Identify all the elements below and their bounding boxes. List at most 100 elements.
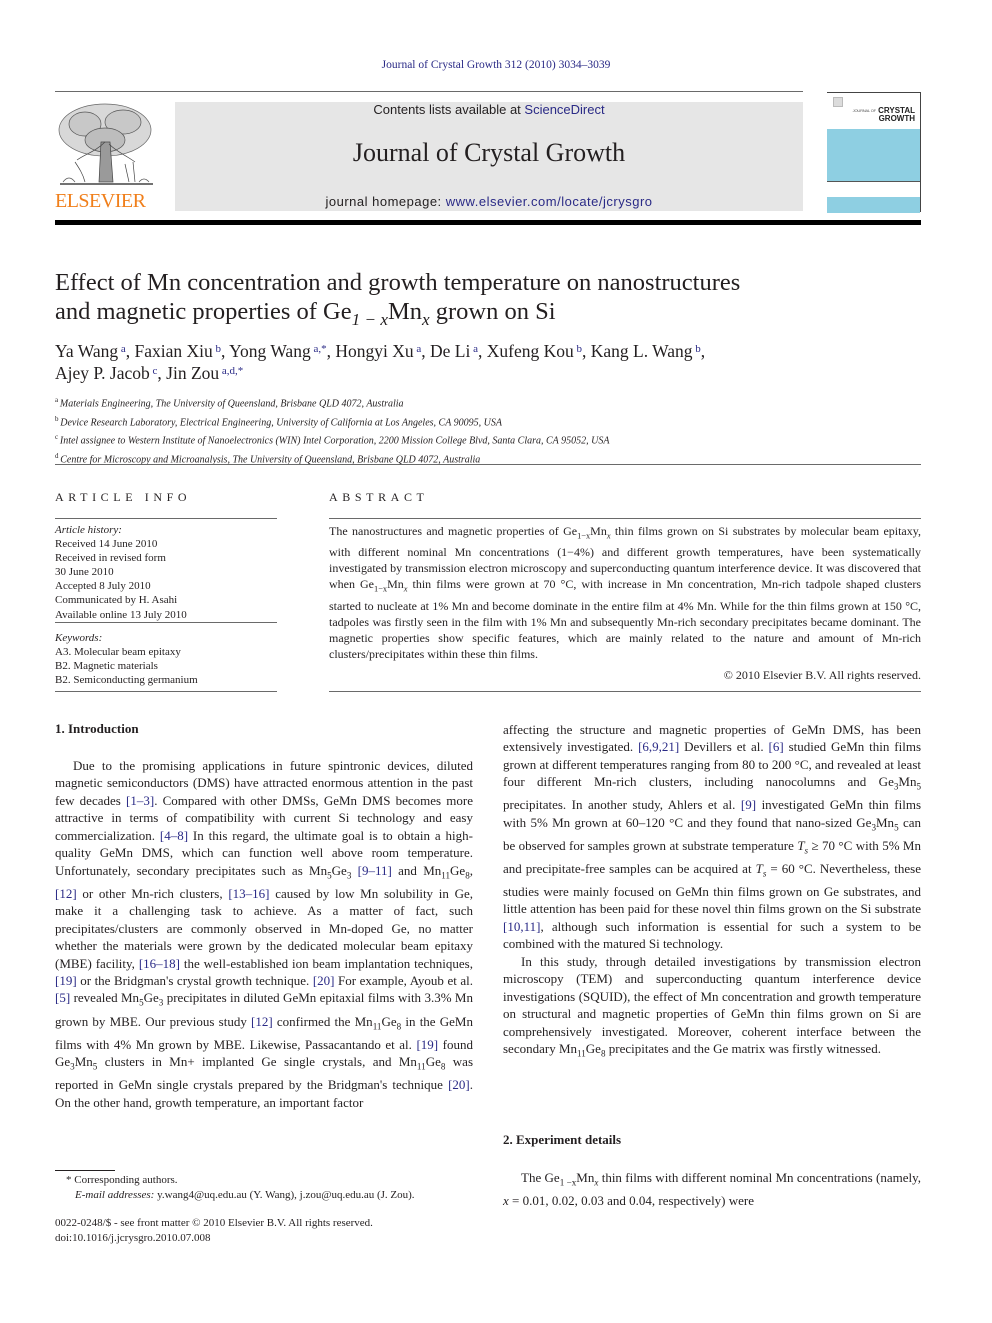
abstract-heading: ABSTRACT [329, 490, 429, 504]
homepage-link[interactable]: www.elsevier.com/locate/jcrysgro [446, 194, 653, 209]
author-name[interactable]: Jin Zou [166, 363, 219, 383]
history-list: Received 14 June 2010 Received in revised… [55, 537, 277, 622]
citation-link[interactable]: [12] [251, 1014, 273, 1029]
citation-link[interactable]: [6] [769, 739, 784, 754]
article-info-rule [55, 691, 277, 692]
author-affiliation-marker[interactable]: b [693, 343, 701, 355]
affiliation-rule [55, 464, 921, 465]
author-affiliation-marker[interactable]: b [574, 343, 583, 355]
author-name[interactable]: Kang L. Wang [591, 341, 693, 361]
journal-title: Journal of Crystal Growth [352, 138, 626, 167]
paragraph: affecting the structure and magnetic pro… [503, 722, 921, 952]
citation-link[interactable]: [13–16] [228, 886, 269, 901]
citation-link[interactable]: [4–8] [160, 828, 188, 843]
citation-link[interactable]: [1–3] [126, 793, 154, 808]
section-heading-introduction: 1. Introduction [55, 721, 139, 736]
footnote-rule [55, 1170, 115, 1171]
history-label: Article history: [55, 524, 122, 536]
affiliation-item: c Intel assignee to Western Institute of… [55, 430, 925, 449]
homepage-line: journal homepage: www.elsevier.com/locat… [175, 194, 803, 209]
section-heading-experiment: 2. Experiment details [503, 1132, 622, 1147]
citation-link[interactable]: [9] [741, 797, 756, 812]
email-label: E-mail addresses: [75, 1188, 155, 1201]
author-affiliation-marker[interactable]: a [118, 343, 126, 355]
author-affiliation-marker[interactable]: a [414, 343, 421, 355]
citation-link[interactable]: [20] [448, 1077, 470, 1092]
cover-blue-strip [827, 197, 920, 213]
citation-link[interactable]: [9–11] [358, 863, 392, 878]
doi-link[interactable]: doi:10.1016/j.jcrysgro.2010.07.008 [55, 1231, 475, 1246]
author-affiliation-marker[interactable]: a [470, 343, 478, 355]
citation-link[interactable]: [6,9,21] [638, 739, 679, 754]
keyword-list: A3. Molecular beam epitaxy B2. Magnetic m… [55, 645, 277, 687]
affiliation-item: b Device Research Laboratory, Electrical… [55, 412, 925, 431]
article-history: Article history: Received 14 June 2010 Re… [55, 523, 277, 622]
citation-link[interactable]: [10,11] [503, 919, 540, 934]
affiliation-text: Device Research Laboratory, Electrical E… [60, 416, 502, 428]
cover-small-text: JOURNAL OF [852, 108, 876, 113]
citation-link[interactable]: [5] [55, 990, 70, 1005]
author-name[interactable]: Faxian Xiu [135, 341, 213, 361]
title-subscript: 1 − x [351, 309, 388, 329]
title-post: grown on Si [429, 298, 556, 325]
keyword-item: B2. Semiconducting germanium [55, 674, 198, 687]
affiliation-item: a Materials Engineering, The University … [55, 393, 925, 412]
journal-citation[interactable]: Journal of Crystal Growth 312 (2010) 303… [0, 59, 992, 71]
author-name[interactable]: Yong Wang [229, 341, 311, 361]
journal-cover-thumbnail[interactable]: JOURNAL OF CRYSTAL GROWTH [827, 92, 921, 213]
author-affiliation-marker[interactable]: a,d,* [219, 365, 243, 377]
abstract-rule [329, 691, 921, 692]
citation-link[interactable]: [19] [55, 973, 77, 988]
citation-link[interactable]: [16–18] [139, 956, 180, 971]
author-list: Ya Wang a, Faxian Xiu b, Yong Wang a,*, … [55, 341, 706, 383]
homepage-prefix: journal homepage: [325, 194, 446, 209]
abstract-copyright: © 2010 Elsevier B.V. All rights reserved… [723, 668, 921, 682]
affiliation-text: Materials Engineering, The University of… [59, 398, 404, 410]
title-subscript-x: x [421, 309, 430, 329]
author-name[interactable]: Ya Wang [55, 341, 118, 361]
author-name[interactable]: Xufeng Kou [487, 341, 574, 361]
history-item: Available online 13 July 2010 [55, 608, 187, 621]
tree-icon [55, 102, 155, 190]
article-info-rule [55, 622, 277, 623]
title-mn: Mn [387, 298, 422, 325]
experiment-text: The Ge1 −xMnx thin films with different … [503, 1169, 921, 1210]
citation-link[interactable]: [12] [55, 886, 77, 901]
keywords: Keywords: A3. Molecular beam epitaxy B2. … [55, 631, 277, 687]
author-affiliation-marker[interactable]: b [213, 343, 222, 355]
author-affiliation-marker[interactable]: c [150, 365, 158, 377]
citation-link[interactable]: [20] [313, 973, 335, 988]
cover-header: JOURNAL OF CRYSTAL GROWTH [827, 93, 920, 129]
author-name[interactable]: Hongyi Xu [335, 341, 413, 361]
paragraph: In this study, through detailed investig… [503, 953, 921, 1059]
article-info-heading: ARTICLE INFO [55, 490, 192, 504]
introduction-text-right: affecting the structure and magnetic pro… [503, 721, 921, 1063]
header-thick-rule [55, 220, 921, 225]
cover-divider [827, 181, 920, 182]
history-item: Accepted 8 July 2010 [55, 580, 151, 593]
author-name[interactable]: De Li [430, 341, 470, 361]
email-addresses[interactable]: y.wang4@uq.edu.au (Y. Wang), j.zou@uq.ed… [154, 1189, 414, 1201]
cover-publisher-icon [833, 97, 843, 107]
email-note: E-mail addresses: y.wang4@uq.edu.au (Y. … [55, 1188, 475, 1203]
author-affiliation-marker[interactable]: a,* [311, 343, 326, 355]
sciencedirect-link[interactable]: ScienceDirect [524, 102, 604, 117]
journal-banner: Contents lists available at ScienceDirec… [175, 102, 803, 211]
author-name[interactable]: Ajey P. Jacob [55, 363, 150, 383]
history-item: Received in revised form [55, 552, 166, 565]
front-matter: 0022-0248/$ - see front matter © 2010 El… [55, 1216, 475, 1245]
article-title: Effect of Mn concentration and growth te… [55, 268, 935, 334]
citation-link[interactable]: [19] [416, 1037, 438, 1052]
contents-prefix: Contents lists available at [373, 102, 525, 117]
title-line2: and magnetic properties of Ge [55, 298, 352, 325]
abstract-text: The nanostructures and magnetic properti… [329, 524, 922, 661]
cover-line2: GROWTH [878, 114, 915, 124]
affiliation-text: Intel assignee to Western Institute of N… [59, 435, 610, 447]
keyword-item: B2. Magnetic materials [55, 660, 158, 673]
paragraph: Due to the promising applications in fut… [55, 758, 474, 1110]
header-rule [55, 91, 803, 92]
cover-brand: JOURNAL OF CRYSTAL GROWTH [853, 107, 915, 123]
title-line1: Effect of Mn concentration and growth te… [55, 269, 741, 296]
front-matter-line: 0022-0248/$ - see front matter © 2010 El… [55, 1217, 373, 1229]
keyword-item: A3. Molecular beam epitaxy [55, 646, 181, 659]
